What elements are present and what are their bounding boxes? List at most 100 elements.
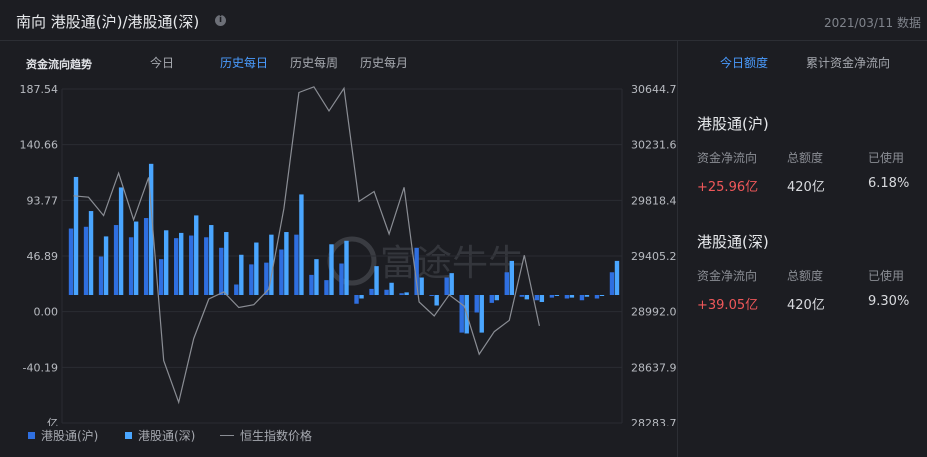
tab-today-quota[interactable]: 今日额度 [720,54,768,71]
bar-sh [339,263,344,295]
tab-history-weekly[interactable]: 历史每周 [290,54,338,71]
legend-label-sh: 港股通(沪) [41,429,99,443]
bar-sz [344,240,349,295]
bar-sh [579,295,585,301]
sz-title: 港股通(深) [697,233,769,251]
legend-label-sz: 港股通(深) [138,429,196,443]
bar-sz [599,295,605,296]
bar-sh [98,256,104,295]
bar-sh [354,295,359,304]
bar-sh [369,288,374,295]
legend-swatch-sh [28,432,35,439]
bar-sh [459,295,464,333]
sh-title: 港股通(沪) [697,115,769,133]
bar-sh [68,228,74,295]
bar-sz [539,295,545,302]
bar-sz [299,194,304,295]
bar-sh [504,272,509,295]
sh-value-flow: +25.96亿 [697,180,759,195]
bar-sh [549,295,555,298]
bar-sz [314,259,319,295]
bar-sz [194,215,199,295]
sz-value-flow: +39.05亿 [697,298,759,313]
bar-sh [429,295,434,296]
bar-sz [479,295,484,333]
chart-bars [68,163,620,334]
sh-label-used: 已使用 [868,151,905,165]
chart-panel: 资金流向趋势 今日 历史每日 历史每周 历史每月 富途牛牛 187.54 3064… [0,41,678,457]
quota-panel: 今日额度 累计资金净流向 港股通(沪) 资金净流向 总额度 已使用 +25.96… [678,41,927,457]
bar-sz [434,295,439,306]
bar-sh [113,225,119,295]
bar-sh [83,226,89,295]
left-axis-tick: 46.89 [27,250,59,263]
bar-sz [494,295,499,301]
bar-sh [204,237,209,295]
bar-sh [294,234,299,295]
right-axis-tick: 30231.6 [631,139,677,152]
bar-sz [449,273,454,295]
bar-sz [118,187,124,295]
legend-swatch-sz [125,432,132,439]
bar-sh [158,259,164,295]
left-axis-tick: 亿 [47,417,58,426]
tab-today[interactable]: 今日 [150,54,174,71]
bar-sz [284,232,289,295]
bar-sh [128,237,134,295]
bar-sz [524,295,530,300]
bar-sz [389,282,394,295]
bar-sh [189,235,194,295]
sh-value-used: 6.18% [868,176,910,191]
left-axis-tick: 187.54 [20,83,59,96]
left-axis-tick: 140.66 [20,139,59,152]
bar-sz [329,244,334,295]
left-axis-tick: 0.00 [34,306,59,319]
right-axis-tick: 28637.9 [631,361,677,374]
tab-history-daily[interactable]: 历史每日 [220,54,268,71]
sz-label-flow: 资金净流向 [697,269,758,283]
bar-sz [509,260,514,295]
capital-flow-chart: 富途牛牛 187.54 30644.7 140.66 30231.6 93.77 2981… [20,83,677,426]
left-axis-tick: 93.77 [27,194,59,207]
bar-sz [614,260,620,295]
right-axis-tick: 30644.7 [631,83,677,96]
bar-sh [594,295,600,299]
bar-sz [254,242,259,295]
trend-label: 资金流向趋势 [26,58,92,71]
sz-label-used: 已使用 [868,269,905,283]
bar-sh [474,295,479,313]
header: 南向 港股通(沪)/港股通(深) i 2021/03/11 数据 [0,0,927,41]
bar-sz [209,225,214,295]
bar-sh [279,249,284,295]
sh-label-flow: 资金净流向 [697,151,758,165]
bar-sz [163,230,169,295]
sh-value-quota: 420亿 [787,180,825,195]
bar-sz [179,232,184,295]
bar-sh [143,218,149,295]
tab-cumulative-flow[interactable]: 累计资金净流向 [806,54,890,71]
bar-sh [519,295,525,297]
bar-sh [309,274,314,295]
legend-item-sz: 港股通(深) [125,427,195,444]
legend-swatch-hsi [220,435,234,436]
bar-sz [419,277,424,295]
bar-sh [609,272,615,295]
bar-sz [133,221,139,295]
bar-sh [564,295,570,299]
bar-sz [239,254,244,295]
legend-item-sh: 港股通(沪) [28,427,98,444]
bar-sz [584,295,590,297]
bar-sz [224,232,229,295]
right-axis-tick: 28283.7 [631,417,677,426]
tab-history-monthly[interactable]: 历史每月 [360,54,408,71]
page-title: 南向 港股通(沪)/港股通(深) [16,13,200,31]
data-date: 2021/03/11 数据 [824,16,921,30]
sz-value-quota: 420亿 [787,298,825,313]
info-icon[interactable]: i [215,15,226,26]
sz-value-used: 9.30% [868,294,910,309]
chart-legend: 港股通(沪) 港股通(深) 恒生指数价格 [0,427,677,447]
bar-sh [399,293,404,295]
bar-sh [444,277,449,295]
bar-sh [249,264,254,295]
bar-sz [359,295,364,299]
